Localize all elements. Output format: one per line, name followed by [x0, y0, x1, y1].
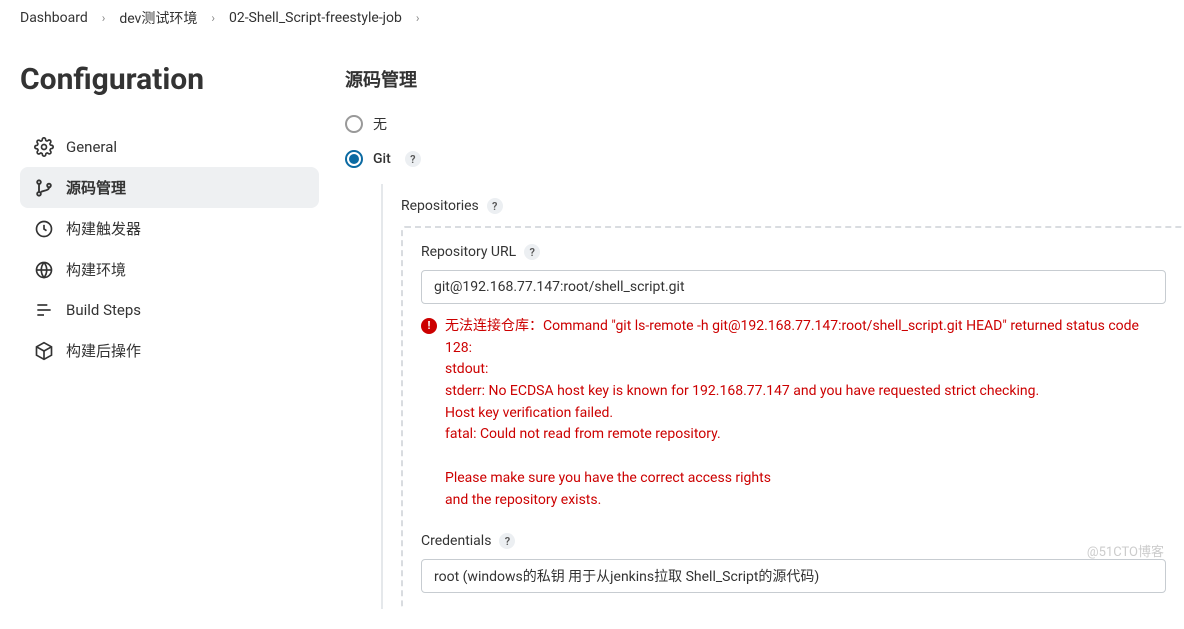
chevron-right-icon: ›	[211, 11, 215, 25]
sidebar-item-label: 构建后操作	[66, 340, 141, 361]
sidebar-item-label: 构建触发器	[66, 218, 141, 239]
breadcrumb: Dashboard › dev测试环境 › 02-Shell_Script-fr…	[0, 0, 1184, 36]
section-title: 源码管理	[345, 66, 1184, 92]
error-message: ! 无法连接仓库：Command "git ls-remote -h git@1…	[421, 316, 1166, 511]
gear-icon	[34, 137, 54, 157]
globe-icon	[34, 260, 54, 280]
chevron-right-icon: ›	[416, 11, 420, 25]
sidebar-item-env[interactable]: 构建环境	[20, 249, 319, 290]
repo-url-label: Repository URL ?	[421, 244, 1166, 260]
clock-icon	[34, 219, 54, 239]
help-icon[interactable]: ?	[405, 151, 421, 167]
sidebar-item-general[interactable]: General	[20, 127, 319, 167]
scm-option-none[interactable]: 无	[345, 114, 1184, 134]
credentials-select[interactable]	[421, 559, 1166, 593]
radio-icon	[345, 150, 363, 168]
scm-option-git[interactable]: Git ?	[345, 150, 1184, 168]
sidebar-item-build-steps[interactable]: Build Steps	[20, 290, 319, 330]
repo-url-input[interactable]	[421, 270, 1166, 304]
breadcrumb-item[interactable]: dev测试环境	[119, 8, 197, 28]
help-icon[interactable]: ?	[487, 198, 503, 214]
repositories-label: Repositories ?	[383, 184, 1184, 216]
credentials-label: Credentials ?	[421, 533, 1166, 549]
page-title: Configuration	[20, 62, 319, 97]
steps-icon	[34, 300, 54, 320]
sidebar-item-post-build[interactable]: 构建后操作	[20, 330, 319, 371]
sidebar-item-scm[interactable]: 源码管理	[20, 167, 319, 208]
radio-label: Git	[373, 151, 391, 167]
sidebar-item-triggers[interactable]: 构建触发器	[20, 208, 319, 249]
watermark: @51CTO博客	[1087, 541, 1164, 560]
sidebar-item-label: 源码管理	[66, 177, 126, 198]
help-icon[interactable]: ?	[499, 533, 515, 549]
repository-block: Repository URL ? ! 无法连接仓库：Command "git l…	[401, 226, 1184, 609]
sidebar-item-label: 构建环境	[66, 259, 126, 280]
radio-label: 无	[373, 114, 387, 134]
breadcrumb-item[interactable]: Dashboard	[20, 10, 88, 26]
sidebar-item-label: Build Steps	[66, 301, 141, 319]
chevron-right-icon: ›	[102, 11, 106, 25]
sidebar-item-label: General	[66, 138, 117, 156]
radio-icon	[345, 115, 363, 133]
error-text: 无法连接仓库：Command "git ls-remote -h git@192…	[445, 316, 1166, 511]
error-icon: !	[421, 318, 437, 334]
package-icon	[34, 341, 54, 361]
branch-icon	[34, 178, 54, 198]
help-icon[interactable]: ?	[524, 244, 540, 260]
breadcrumb-item[interactable]: 02-Shell_Script-freestyle-job	[229, 10, 402, 26]
